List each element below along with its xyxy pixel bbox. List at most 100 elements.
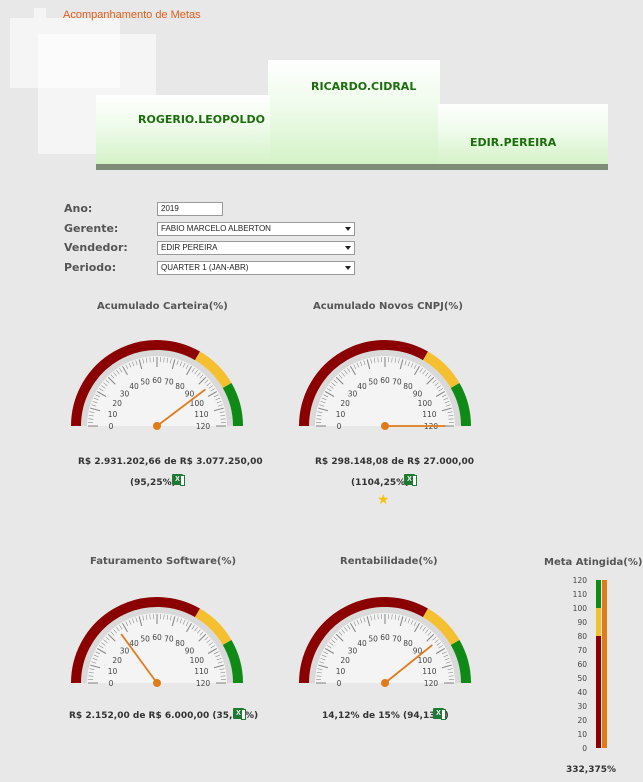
gauge-tick-label: 120: [196, 422, 211, 431]
meta-tick-label: 80: [577, 632, 587, 641]
meta-tick-label: 70: [577, 646, 587, 655]
gauge-tick-label: 80: [175, 639, 185, 648]
gauge-needle-hub: [153, 422, 161, 430]
chevron-down-icon: [345, 246, 351, 250]
excel-icon[interactable]: X: [233, 708, 246, 720]
meta-tick-label: 40: [577, 688, 587, 697]
gauge-tick-label: 20: [112, 656, 122, 665]
podium-first-block: [268, 60, 440, 166]
gauge-tick-label: 40: [357, 382, 367, 391]
meta-atingida-bar: 1201101009080706050403020100: [573, 576, 607, 753]
gauge-tick-label: 10: [108, 410, 118, 419]
podium-second-block: [96, 95, 270, 166]
gauge-dial: 0102030405060708090100110120: [71, 597, 243, 688]
podium-second-name: ROGERIO.LEOPOLDO: [138, 113, 265, 126]
meta-tick-label: 50: [577, 674, 587, 683]
excel-icon[interactable]: X: [172, 474, 185, 486]
gauge-tick-label: 20: [340, 656, 350, 665]
gauge-dial: 0102030405060708090100110120: [299, 597, 471, 688]
gerente-label: Gerente:: [64, 222, 119, 235]
gauge-rentabilidade: Rentabilidade(%) 0 10 20 30 40 50 60 70 80 90 100 1…: [283, 553, 493, 743]
podium-third-name: EDIR.PEREIRA: [470, 136, 557, 149]
gauge-tick-label: 110: [194, 410, 209, 419]
background-decoration: [34, 8, 46, 18]
excel-icon[interactable]: X: [433, 708, 446, 720]
meta-tick-label: 0: [582, 744, 587, 753]
gauge-percent-text: (1104,25%): [351, 478, 410, 488]
gauge-tick-label: 80: [403, 639, 413, 648]
gauge-title: Faturamento Software(%): [90, 556, 237, 567]
gauge-value-text: 14,12% de 15% (94,13%): [322, 711, 449, 721]
gauge-tick-label: 60: [152, 633, 162, 642]
gauge-tick-label: 0: [109, 679, 114, 688]
gauge-tick-label: 20: [112, 399, 122, 408]
gauge-value-text: R$ 298.148,08 de R$ 27.000,00: [315, 457, 475, 467]
gauge-tick-label: 50: [140, 635, 150, 644]
gauge-tick-label: 110: [422, 410, 437, 419]
gauge-tick-label: 70: [164, 635, 174, 644]
gauge-tick-label: 70: [164, 378, 174, 387]
meta-band-red: [596, 636, 601, 748]
gauge-tick-label: 120: [196, 679, 211, 688]
meta-tick-label: 20: [577, 716, 587, 725]
podium-first-name: RICARDO.CIDRAL: [311, 80, 417, 93]
meta-tick-label: 110: [573, 590, 588, 599]
gauge-title: Acumulado Carteira(%): [97, 301, 228, 312]
gauge-tick-label: 0: [337, 422, 342, 431]
ano-input[interactable]: 2019: [157, 202, 223, 216]
gauge-title: Rentabilidade(%): [340, 556, 438, 567]
gauge-tick-label: 30: [120, 646, 130, 655]
podium-base: [96, 164, 608, 170]
gauge-tick-label: 50: [140, 378, 150, 387]
gauge-acumulado-carteira: Acumulado Carteira(%) 0 10 20 30 40 50 60 70 80 9…: [55, 298, 265, 518]
meta-tick-label: 100: [573, 604, 588, 613]
gauge-tick-label: 100: [418, 656, 433, 665]
vendedor-select[interactable]: EDIR PEREIRA: [157, 241, 355, 255]
gauge-tick-label: 30: [348, 646, 358, 655]
periodo-select[interactable]: QUARTER 1 (JAN-ABR): [157, 261, 355, 275]
gauge-tick-label: 60: [152, 376, 162, 385]
gauge-tick-label: 100: [190, 656, 205, 665]
gauge-value-text: R$ 2.152,00 de R$ 6.000,00 (35,87%): [69, 711, 259, 721]
meta-tick-label: 90: [577, 618, 587, 627]
ano-label: Ano:: [64, 202, 93, 215]
meta-tick-label: 120: [573, 576, 588, 585]
gerente-select[interactable]: FABIO MARCELO ALBERTON: [157, 222, 355, 236]
gauge-tick-label: 20: [340, 399, 350, 408]
gauge-tick-label: 80: [403, 382, 413, 391]
meta-band-yellow: [596, 608, 601, 636]
podium-third-block: [438, 104, 608, 166]
gauge-tick-label: 60: [380, 376, 390, 385]
meta-tick-label: 30: [577, 702, 587, 711]
gauge-dial: 0102030405060708090100110120: [299, 340, 471, 431]
meta-band-green: [596, 580, 601, 608]
gauge-tick-label: 40: [357, 639, 367, 648]
chevron-down-icon: [345, 227, 351, 231]
gauge-tick-label: 90: [413, 389, 423, 398]
meta-fill: [602, 580, 607, 748]
gauge-tick-label: 90: [185, 389, 195, 398]
meta-atingida-title: Meta Atingida(%): [544, 557, 643, 568]
gauge-tick-label: 80: [175, 382, 185, 391]
periodo-select-value: QUARTER 1 (JAN-ABR): [161, 263, 249, 272]
gauge-tick-label: 10: [336, 667, 346, 676]
gauge-needle-hub: [381, 422, 389, 430]
gauge-novos-cnpj: Acumulado Novos CNPJ(%) 0 10 20 30 40 50 60 70 8…: [283, 298, 493, 518]
chevron-down-icon: [345, 266, 351, 270]
gauge-tick-label: 70: [392, 635, 402, 644]
periodo-label: Periodo:: [64, 261, 117, 274]
meta-tick-label: 10: [577, 730, 587, 739]
meta-atingida-value: 332,375%: [566, 765, 617, 775]
gauge-tick-label: 40: [129, 382, 139, 391]
gauge-title: Acumulado Novos CNPJ(%): [313, 301, 463, 312]
gauge-tick-label: 110: [194, 667, 209, 676]
excel-icon[interactable]: X: [404, 474, 417, 486]
gauge-tick-label: 110: [422, 667, 437, 676]
gauge-tick-label: 10: [108, 667, 118, 676]
gauge-tick-label: 10: [336, 410, 346, 419]
gauge-tick-label: 100: [418, 399, 433, 408]
gauge-tick-label: 120: [424, 679, 439, 688]
vendedor-select-value: EDIR PEREIRA: [161, 243, 218, 252]
gauge-value-text: R$ 2.931.202,66 de R$ 3.077.250,00: [78, 457, 263, 467]
gauge-tick-label: 30: [348, 389, 358, 398]
